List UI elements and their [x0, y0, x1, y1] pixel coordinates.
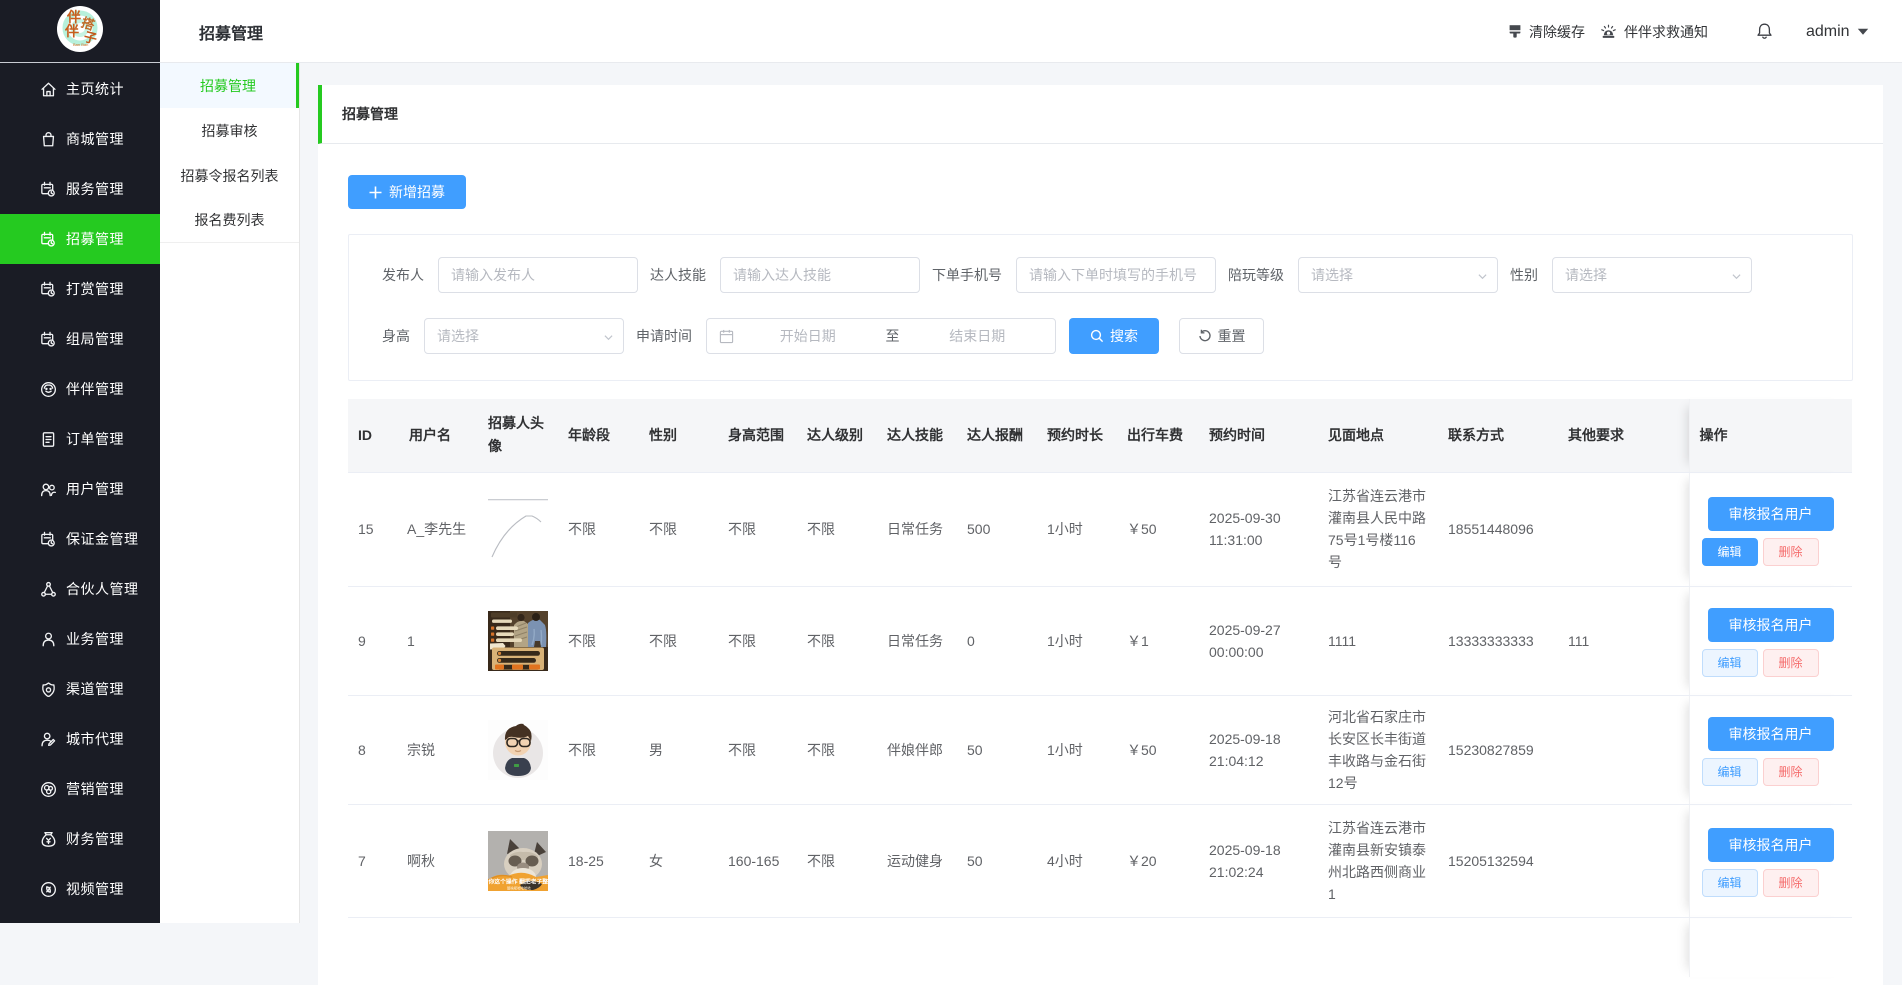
- svg-text:伴: 伴: [64, 23, 79, 39]
- svg-text:Ban Ban: Ban Ban: [73, 42, 88, 47]
- svg-text:你这个操作 翻把老子整啥: 你这个操作 翻把老子整啥: [488, 877, 548, 885]
- svg-text:整啥呢哈哈哈哈: 整啥呢哈哈哈哈: [507, 885, 531, 890]
